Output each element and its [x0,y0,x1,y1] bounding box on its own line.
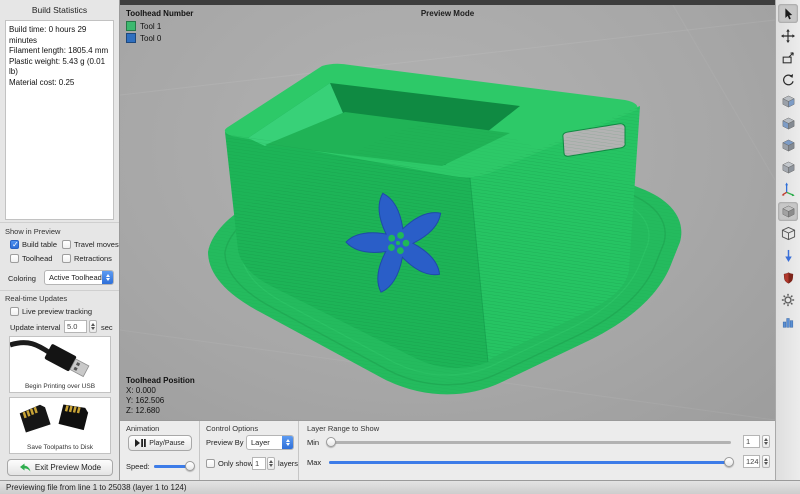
toolhead-legend: Toolhead Number Tool 1 Tool 0 [126,9,193,45]
preview-mode-label: Preview Mode [120,9,775,18]
animation-label: Animation [126,424,159,433]
stat-build-time: Build time: 0 hours 29 minutes [9,25,110,46]
checkbox-travel-moves[interactable]: Travel moves [62,240,119,249]
min-label: Min [307,438,319,447]
select-arrows-icon [282,436,293,449]
stats-chart-icon[interactable] [778,312,798,331]
min-slider-thumb[interactable] [326,437,336,447]
preview-controls-panel: Animation Play/Pause Speed: Control Opti… [120,420,775,480]
only-show-field[interactable]: 1 [252,457,266,470]
max-slider-thumb[interactable] [724,457,734,467]
shield-icon[interactable] [778,268,798,287]
layers-label: layers [278,459,298,468]
toolhead-position-readout: Toolhead Position X: 0.000 Y: 162.506 Z:… [126,376,195,416]
preview-by-select[interactable]: Layer [246,435,294,450]
build-statistics-panel: Build Statistics Build time: 0 hours 29 … [0,0,120,480]
usb-caption: Begin Printing over USB [10,383,110,390]
layer-range-label: Layer Range to Show [307,424,379,433]
control-options-section: Control Options Preview By Layer Only sh… [200,421,299,481]
show-in-preview-label: Show in Preview [5,227,60,236]
cube-view-iso-icon[interactable] [778,158,798,177]
min-layer-stepper[interactable] [762,435,770,448]
checkbox-live-preview-box[interactable] [10,307,19,316]
cube-view-top-icon[interactable] [778,136,798,155]
save-toolpaths-button[interactable]: Save Toolpaths to Disk [9,397,111,454]
divider [0,222,119,223]
gear-icon[interactable] [778,290,798,309]
view-toolbar [775,0,800,480]
exit-preview-mode-button[interactable]: Exit Preview Mode [7,459,113,476]
animation-section: Animation Play/Pause Speed: [120,421,200,481]
update-interval-label: Update interval [10,323,60,332]
play-pause-button[interactable]: Play/Pause [128,435,192,451]
begin-printing-usb-button[interactable]: Begin Printing over USB [9,336,111,393]
sd-caption: Save Toolpaths to Disk [10,444,110,451]
speed-slider-thumb[interactable] [185,461,195,471]
max-layer-stepper[interactable] [762,455,770,468]
stat-material-cost: Material cost: 0.25 [9,78,110,89]
legend-title: Toolhead Number [126,9,193,18]
update-interval-field[interactable]: 5.0 [64,320,87,333]
checkbox-retractions-box[interactable] [62,254,71,263]
stat-filament-length: Filament length: 1805.4 mm [9,46,110,57]
tool0-swatch [126,33,136,43]
drop-arrow-icon[interactable] [778,246,798,265]
min-layer-slider[interactable] [329,441,731,444]
toolhead-x: X: 0.000 [126,386,195,396]
build-stats-box: Build time: 0 hours 29 minutes Filament … [5,20,114,220]
axes-icon[interactable] [778,180,798,199]
checkbox-travel-moves-box[interactable] [62,240,71,249]
speed-slider[interactable] [154,465,192,468]
only-show-checkbox[interactable]: Only show [206,459,253,468]
app-window: Build Statistics Build time: 0 hours 29 … [0,0,800,494]
min-layer-field[interactable]: 1 [743,435,760,448]
select-cursor-icon[interactable] [778,4,798,23]
pan-move-icon[interactable] [778,26,798,45]
back-arrow-icon [19,463,31,472]
panel-title: Build Statistics [0,5,119,15]
select-arrows-icon [102,271,113,284]
legend-item-tool0: Tool 0 [126,33,193,43]
sd-cards-image [10,398,110,442]
cross-section-cube-icon[interactable] [778,202,798,221]
coloring-label: Coloring [8,274,36,283]
status-text: Previewing file from line 1 to 25038 (la… [6,483,187,492]
checkbox-live-preview[interactable]: Live preview tracking [10,307,92,316]
coloring-select[interactable]: Active Toolhead [44,270,114,285]
divider [0,290,119,291]
usb-cable-image [10,337,110,381]
tool1-swatch [126,21,136,31]
preview-by-label: Preview By [206,438,244,447]
status-bar: Previewing file from line 1 to 25038 (la… [0,480,800,494]
max-layer-slider[interactable] [329,461,731,464]
realtime-updates-label: Real-time Updates [5,294,67,303]
cube-view-right-icon[interactable] [778,92,798,111]
checkbox-build-table-box[interactable] [10,240,19,249]
control-options-label: Control Options [206,424,258,433]
update-interval-unit: sec [101,323,113,332]
checkbox-toolhead[interactable]: Toolhead [10,254,52,263]
wireframe-cube-icon[interactable] [778,224,798,243]
speed-label: Speed: [126,462,150,471]
legend-item-tool1: Tool 1 [126,21,193,31]
toolhead-z: Z: 12.680 [126,406,195,416]
update-interval-stepper[interactable] [89,320,97,333]
viewport-canvas[interactable]: Preview Mode Toolhead Number Tool 1 Tool… [120,0,775,420]
only-show-checkbox-box[interactable] [206,459,215,468]
scale-icon[interactable] [778,48,798,67]
rotate-icon[interactable] [778,70,798,89]
stat-plastic-weight: Plastic weight: 5.43 g (0.01 lb) [9,57,110,78]
viewport-top-strip [120,0,775,5]
toolhead-y: Y: 162.506 [126,396,195,406]
layer-range-section: Layer Range to Show Min 1 Max 124 [299,421,775,481]
play-pause-icon [135,439,146,447]
checkbox-toolhead-box[interactable] [10,254,19,263]
checkbox-build-table[interactable]: Build table [10,240,57,249]
model-render [120,0,775,420]
checkbox-retractions[interactable]: Retractions [62,254,112,263]
only-show-stepper[interactable] [267,457,275,470]
cube-view-front-icon[interactable] [778,114,798,133]
max-layer-field[interactable]: 124 [743,455,760,468]
max-label: Max [307,458,321,467]
